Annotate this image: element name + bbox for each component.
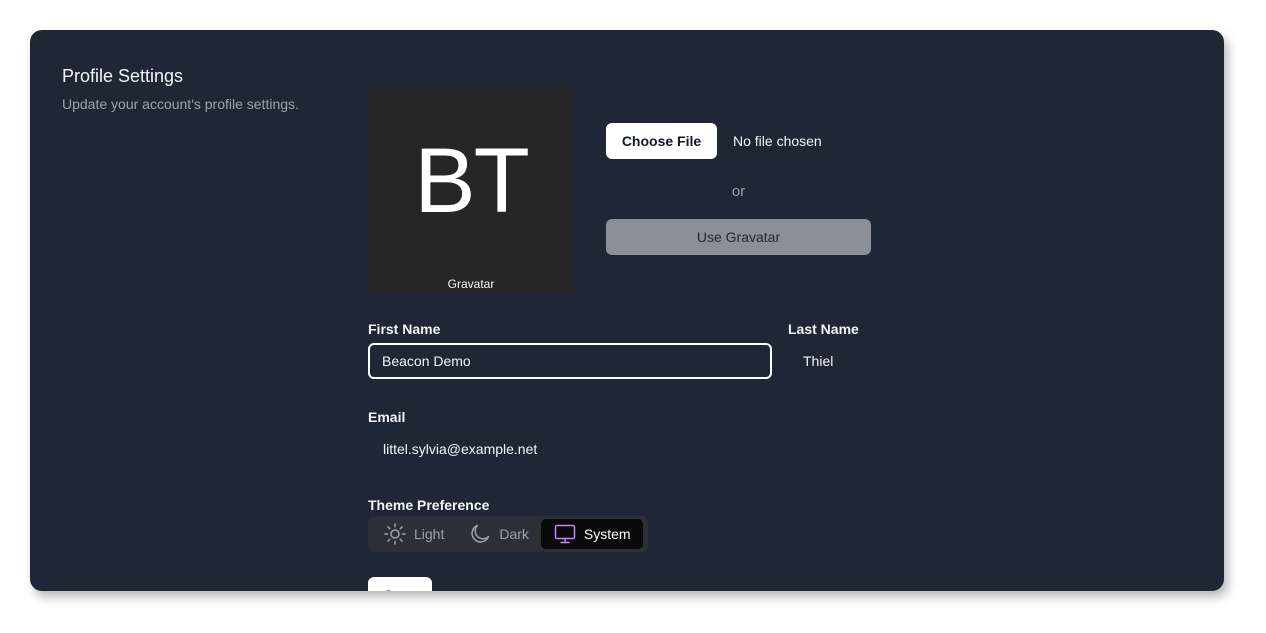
theme-option-light-label: Light [414, 526, 445, 542]
or-separator: or [731, 183, 746, 200]
choose-file-button[interactable]: Choose File [606, 123, 717, 159]
theme-option-system[interactable]: System [540, 519, 643, 549]
monitor-icon [553, 522, 577, 546]
first-name-input[interactable] [368, 343, 772, 379]
sun-icon [383, 522, 407, 546]
theme-option-light[interactable]: Light [371, 519, 456, 549]
last-name-input[interactable] [789, 343, 1089, 379]
theme-option-dark[interactable]: Dark [456, 519, 541, 549]
use-gravatar-button[interactable]: Use Gravatar [606, 219, 871, 255]
theme-preference-label: Theme Preference [368, 497, 490, 513]
theme-selector: Light Dark System [368, 516, 648, 552]
theme-option-dark-label: Dark [499, 526, 529, 542]
page-description: Update your account's profile settings. [62, 96, 299, 112]
theme-option-system-label: System [583, 526, 631, 542]
avatar-initials: BT [414, 130, 530, 232]
profile-settings-card: Profile Settings Update your account's p… [30, 30, 1224, 591]
page-title: Profile Settings [62, 66, 184, 86]
last-name-label: Last Name [788, 321, 859, 337]
email-label: Email [368, 409, 406, 425]
moon-icon [468, 522, 492, 546]
email-input[interactable] [369, 431, 773, 467]
file-upload-row: Choose File No file chosen [606, 123, 822, 159]
first-name-label: First Name [368, 321, 441, 337]
avatar: BT Gravatar [368, 87, 574, 293]
avatar-caption: Gravatar [447, 277, 495, 291]
file-status: No file chosen [733, 133, 822, 149]
save-button[interactable]: Save [368, 577, 432, 591]
